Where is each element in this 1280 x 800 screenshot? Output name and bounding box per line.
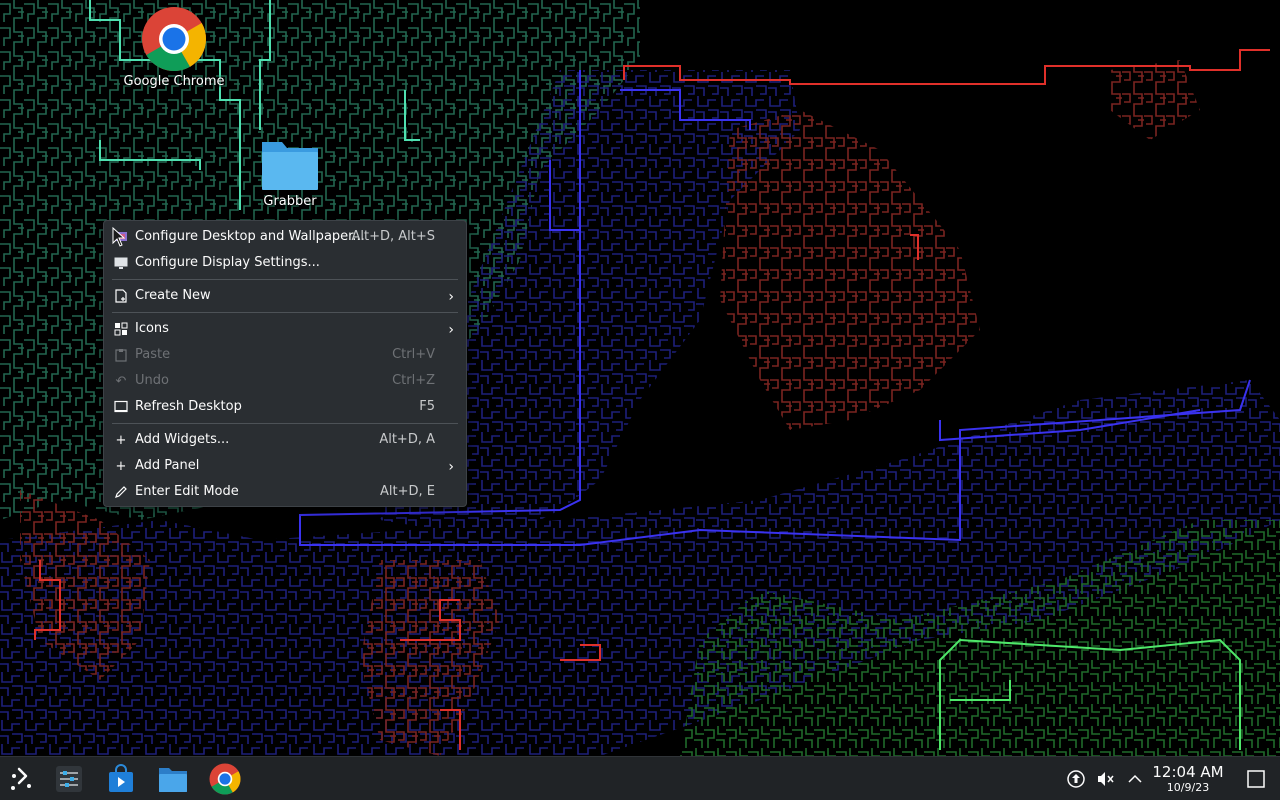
edit-icon <box>114 485 128 499</box>
taskbar: 12:04 AM 10/9/23 <box>0 756 1280 800</box>
menu-item-refresh-desktop[interactable]: Refresh Desktop F5 <box>104 394 466 420</box>
display-icon <box>114 256 128 270</box>
refresh-icon <box>114 400 128 414</box>
system-settings-icon <box>56 766 82 792</box>
chevron-right-icon: › <box>448 459 454 475</box>
menu-separator <box>104 276 466 283</box>
update-icon[interactable] <box>1066 769 1086 789</box>
menu-item-configure-desktop[interactable]: Configure Desktop and Wallpaper... Alt+D… <box>104 224 466 250</box>
menu-item-configure-display[interactable]: Configure Display Settings... <box>104 250 466 276</box>
chrome-taskbar-button[interactable] <box>203 757 247 800</box>
menu-item-enter-edit-mode[interactable]: Enter Edit Mode Alt+D, E <box>104 479 466 505</box>
desktop-icon-label: Grabber <box>263 194 317 209</box>
mouse-cursor-icon <box>112 227 126 247</box>
plus-icon: + <box>115 432 127 448</box>
menu-item-icons[interactable]: Icons › <box>104 316 466 342</box>
system-settings-button[interactable] <box>47 757 91 800</box>
menu-item-paste[interactable]: Paste Ctrl+V <box>104 342 466 368</box>
menu-separator <box>104 420 466 427</box>
show-desktop-button[interactable] <box>1240 763 1272 795</box>
digital-clock[interactable]: 12:04 AM 10/9/23 <box>1148 763 1228 795</box>
show-desktop-icon <box>1247 770 1265 788</box>
file-manager-icon <box>159 768 187 792</box>
desktop-icon-google-chrome[interactable]: Google Chrome <box>119 6 229 89</box>
clock-time: 12:04 AM <box>1152 763 1224 781</box>
expand-tray-icon[interactable] <box>1125 769 1145 789</box>
undo-icon: ↶ <box>115 373 127 389</box>
icons-grid-icon <box>114 322 128 336</box>
app-launcher-icon <box>11 767 31 790</box>
volume-muted-icon[interactable] <box>1095 769 1115 789</box>
plus-icon: + <box>115 458 127 474</box>
menu-item-undo[interactable]: ↶ Undo Ctrl+Z <box>104 368 466 394</box>
desktop-icon-label: Google Chrome <box>123 74 225 89</box>
folder-icon <box>262 142 318 190</box>
menu-item-add-widgets[interactable]: + Add Widgets... Alt+D, A <box>104 427 466 453</box>
menu-item-add-panel[interactable]: + Add Panel › <box>104 453 466 479</box>
desktop-context-menu: Configure Desktop and Wallpaper... Alt+D… <box>103 220 467 507</box>
create-new-icon <box>114 289 128 303</box>
chevron-right-icon: › <box>448 289 454 305</box>
chrome-icon <box>142 7 206 71</box>
menu-separator <box>104 309 466 316</box>
chevron-right-icon: › <box>448 322 454 338</box>
desktop-icon-grabber[interactable]: Grabber <box>235 136 345 209</box>
paste-icon <box>114 348 128 362</box>
menu-item-create-new[interactable]: Create New › <box>104 283 466 309</box>
discover-icon <box>109 764 133 792</box>
chrome-icon <box>209 763 241 795</box>
clock-date: 10/9/23 <box>1166 781 1210 794</box>
file-manager-button[interactable] <box>151 757 195 800</box>
discover-button[interactable] <box>99 757 143 800</box>
app-launcher-button[interactable] <box>0 757 44 800</box>
